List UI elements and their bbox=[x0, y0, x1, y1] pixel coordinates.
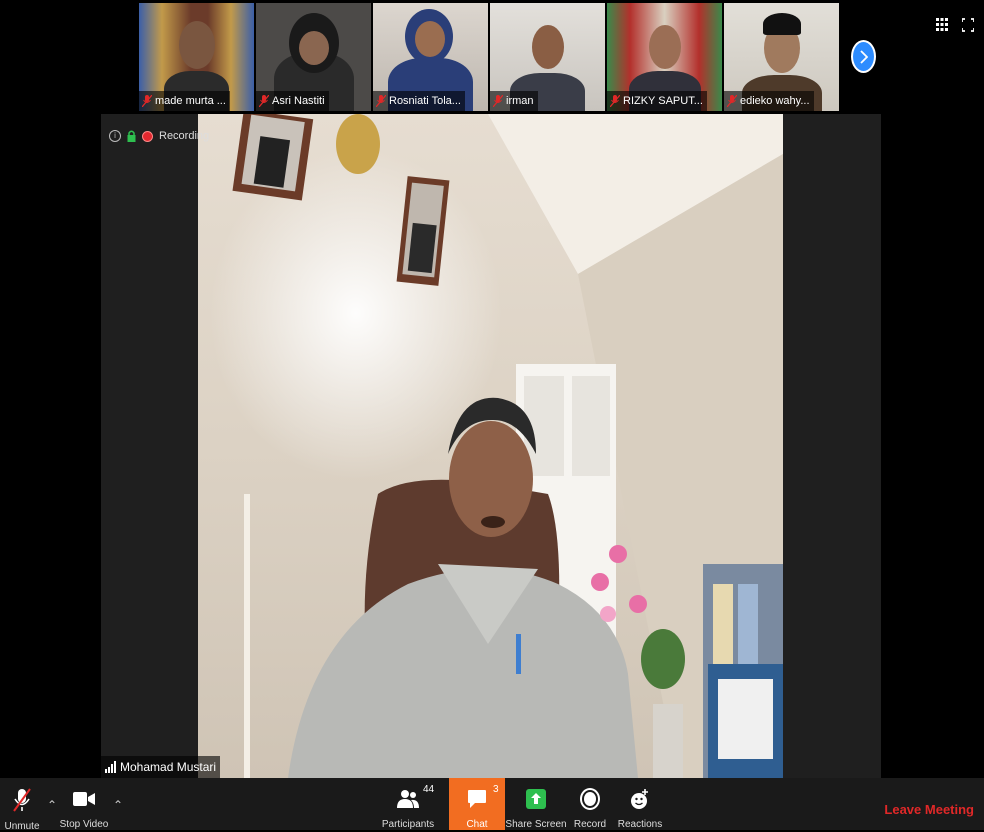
muted-mic-icon bbox=[727, 95, 737, 107]
chat-unread-count: 3 bbox=[493, 784, 499, 795]
participant-name: edieko wahy... bbox=[740, 95, 810, 107]
participants-count: 44 bbox=[423, 784, 435, 795]
participant-thumbnail[interactable]: edieko wahy... bbox=[724, 3, 839, 111]
muted-mic-icon bbox=[13, 788, 31, 812]
reactions-button[interactable]: Reactions bbox=[615, 778, 665, 830]
fullscreen-icon[interactable] bbox=[961, 18, 975, 32]
participant-strip: made murta ... Asri Nastiti Rosniati Tol… bbox=[139, 3, 844, 111]
reactions-label: Reactions bbox=[617, 819, 663, 830]
record-label: Record bbox=[573, 819, 607, 830]
reactions-smiley-icon bbox=[631, 789, 648, 809]
leave-meeting-button[interactable]: Leave Meeting bbox=[884, 802, 974, 817]
participant-name: Rosniati Tola... bbox=[389, 95, 461, 107]
recording-indicator: i Recording bbox=[109, 130, 209, 142]
participant-thumbnail[interactable]: irman bbox=[490, 3, 605, 111]
participant-name: Asri Nastiti bbox=[272, 95, 325, 107]
speaker-name: Mohamad Mustari bbox=[120, 760, 217, 774]
audio-options-caret[interactable]: ⌃ bbox=[47, 798, 57, 812]
share-screen-label: Share Screen bbox=[505, 819, 567, 830]
participant-name: made murta ... bbox=[155, 95, 226, 107]
participant-thumbnail[interactable]: Rosniati Tola... bbox=[373, 3, 488, 111]
meeting-toolbar: Unmute ⌃ Stop Video ⌃ 44 Participants 3 … bbox=[0, 778, 984, 832]
signal-bars-icon bbox=[105, 761, 116, 773]
share-screen-icon bbox=[526, 789, 546, 809]
record-button[interactable]: Record bbox=[570, 778, 610, 830]
speaker-video-frame bbox=[198, 114, 783, 778]
unmute-label: Unmute bbox=[4, 821, 40, 832]
participant-thumbnail[interactable]: RIZKY SAPUT... bbox=[607, 3, 722, 111]
recording-dot-icon bbox=[142, 130, 153, 142]
stop-video-button[interactable]: Stop Video bbox=[59, 778, 109, 830]
record-icon bbox=[580, 788, 600, 810]
participants-label: Participants bbox=[381, 819, 435, 830]
chat-label: Chat bbox=[466, 819, 488, 830]
view-controls bbox=[936, 18, 975, 32]
grid-view-icon[interactable] bbox=[936, 18, 948, 32]
muted-mic-icon bbox=[142, 95, 152, 107]
recording-label: Recording bbox=[159, 130, 210, 142]
lock-icon[interactable] bbox=[127, 130, 136, 142]
muted-mic-icon bbox=[610, 95, 620, 107]
video-options-caret[interactable]: ⌃ bbox=[113, 798, 123, 812]
speaker-video bbox=[198, 114, 783, 778]
next-page-button[interactable] bbox=[851, 40, 876, 73]
participant-name: RIZKY SAPUT... bbox=[623, 95, 703, 107]
muted-mic-icon bbox=[493, 95, 503, 107]
speaker-name-tag: Mohamad Mustari bbox=[101, 756, 221, 778]
chat-bubble-icon bbox=[468, 790, 486, 808]
share-screen-button[interactable]: Share Screen bbox=[505, 778, 567, 830]
participant-thumbnail[interactable]: made murta ... bbox=[139, 3, 254, 111]
info-icon[interactable]: i bbox=[109, 130, 121, 142]
participants-icon bbox=[397, 790, 419, 808]
unmute-button[interactable]: Unmute bbox=[2, 778, 42, 832]
chevron-right-icon bbox=[859, 49, 868, 64]
chat-button[interactable]: 3 Chat bbox=[449, 778, 505, 830]
participants-button[interactable]: 44 Participants bbox=[380, 778, 436, 830]
participant-name: irman bbox=[506, 95, 534, 107]
participant-thumbnail[interactable]: Asri Nastiti bbox=[256, 3, 371, 111]
video-camera-icon bbox=[73, 792, 95, 806]
muted-mic-icon bbox=[376, 95, 386, 107]
stop-video-label: Stop Video bbox=[59, 819, 109, 830]
muted-mic-icon bbox=[259, 95, 269, 107]
active-speaker-view: i Recording Mohamad Mustari bbox=[101, 114, 881, 778]
